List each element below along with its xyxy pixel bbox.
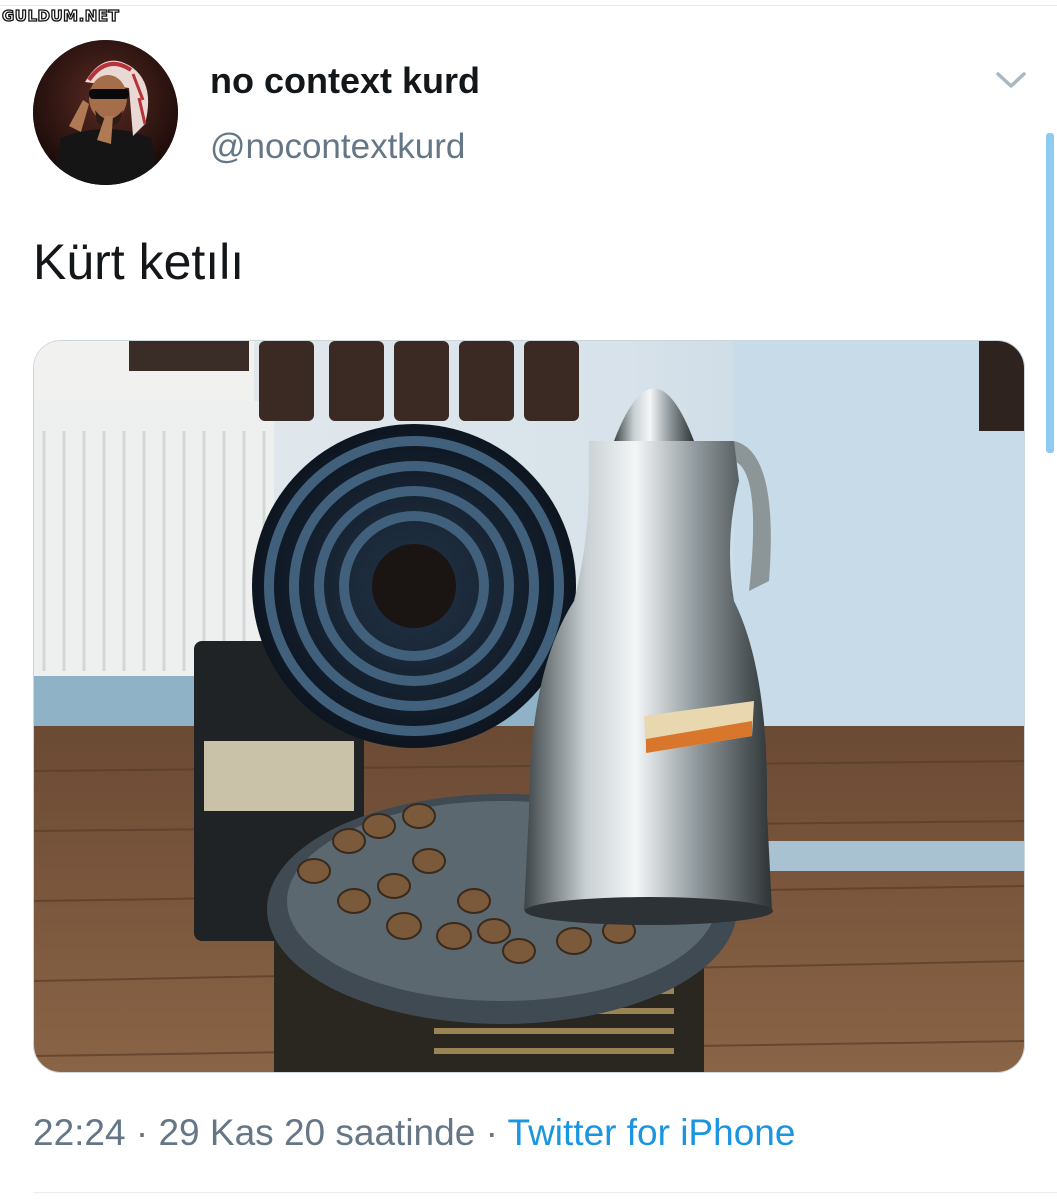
watermark-logo: GULDUM.NET — [1, 6, 120, 25]
avatar-image — [33, 40, 178, 185]
author-display-name[interactable]: no context kurd — [210, 60, 480, 102]
tweet-date[interactable]: 29 Kas 20 saatinde — [158, 1112, 475, 1153]
tweet-photo[interactable] — [33, 340, 1025, 1073]
meta-separator: · — [485, 1112, 498, 1153]
chevron-down-icon[interactable] — [994, 66, 1028, 94]
meta-separator: · — [135, 1112, 149, 1153]
top-divider — [0, 5, 1057, 6]
scrollbar-thumb[interactable] — [1046, 133, 1054, 453]
tweet-text: Kürt ketılı — [33, 234, 245, 290]
avatar[interactable] — [33, 40, 178, 185]
tweet-meta: 22:24 · 29 Kas 20 saatinde · Twitter for… — [33, 1110, 795, 1156]
author-handle[interactable]: @nocontextkurd — [210, 126, 465, 168]
bottom-divider — [33, 1192, 1057, 1193]
tweet-time[interactable]: 22:24 — [33, 1112, 126, 1153]
tweet-source-link[interactable]: Twitter for iPhone — [508, 1112, 796, 1153]
photo-kettle-on-stove — [34, 341, 1024, 1072]
